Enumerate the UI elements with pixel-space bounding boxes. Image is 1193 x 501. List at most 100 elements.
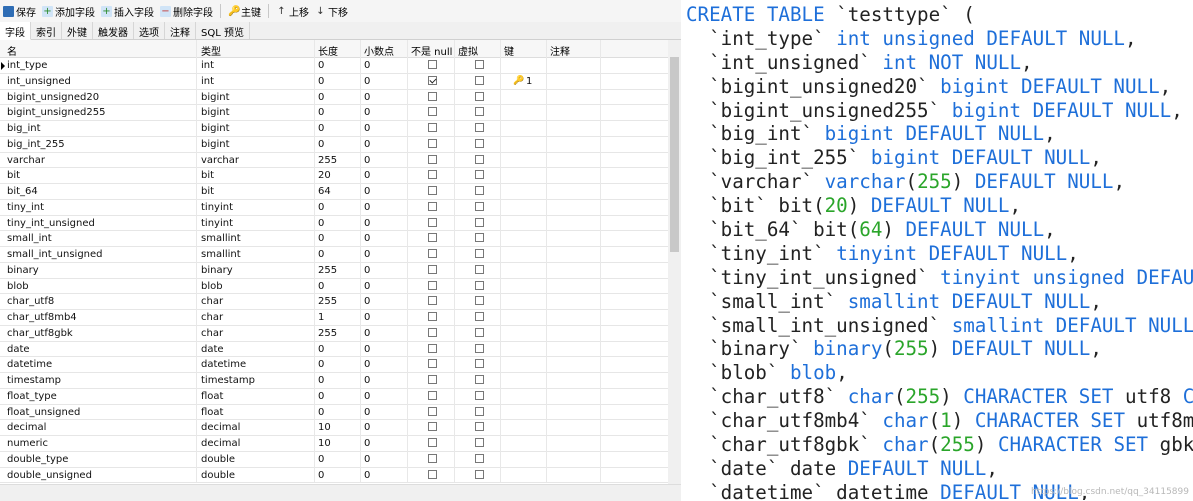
field-name[interactable]: timestamp [7,375,61,386]
field-type[interactable]: tinyint [201,218,233,229]
field-decimal[interactable]: 0 [364,92,370,103]
field-type[interactable]: bigint [201,123,230,134]
field-decimal[interactable]: 0 [364,281,370,292]
field-decimal[interactable]: 0 [364,139,370,150]
field-decimal[interactable]: 0 [364,265,370,276]
not-null-checkbox[interactable] [428,312,437,321]
field-length[interactable]: 0 [318,107,324,118]
table-row[interactable]: tiny_int tinyint 0 0 [0,200,668,216]
not-null-checkbox[interactable] [428,201,437,211]
field-decimal[interactable]: 0 [364,375,370,386]
field-type[interactable]: bigint [201,139,230,150]
field-name[interactable]: float_type [7,391,57,402]
table-row[interactable]: char_utf8mb4 char 1 0 [0,310,668,326]
table-row[interactable]: small_int smallint 0 0 [0,231,668,247]
field-length[interactable]: 0 [318,123,324,134]
field-length[interactable]: 64 [318,186,331,197]
virtual-checkbox[interactable] [475,343,484,353]
virtual-checkbox[interactable] [475,453,484,463]
not-null-checkbox[interactable] [428,296,437,306]
field-name[interactable]: double_type [7,454,68,465]
field-decimal[interactable]: 0 [364,123,370,134]
toolbar-button-arrow-up[interactable]: ↑ 上移 [273,2,312,20]
table-row[interactable]: binary binary 255 0 [0,263,668,279]
table-row[interactable]: decimal decimal 10 0 [0,420,668,436]
not-null-checkbox[interactable] [428,343,437,353]
field-name[interactable]: tiny_int [7,202,44,213]
not-null-checkbox[interactable] [428,375,437,384]
table-row[interactable]: timestamp timestamp 0 0 [0,373,668,389]
field-type[interactable]: char [201,312,223,323]
field-type[interactable]: float [201,391,223,402]
field-decimal[interactable]: 0 [364,422,370,433]
field-name[interactable]: varchar [7,155,45,166]
not-null-checkbox[interactable] [428,249,437,258]
field-decimal[interactable]: 0 [364,60,370,71]
field-length[interactable]: 255 [318,328,337,339]
not-null-checkbox[interactable] [428,264,437,274]
field-length[interactable]: 0 [318,375,324,386]
field-name[interactable]: small_int [7,233,52,244]
virtual-checkbox[interactable] [475,75,484,85]
tab-4[interactable]: 选项 [134,22,165,39]
table-row[interactable]: small_int_unsigned smallint 0 0 [0,247,668,263]
field-length[interactable]: 0 [318,391,324,402]
table-row[interactable]: bigint_unsigned255 bigint 0 0 [0,105,668,121]
field-name[interactable]: big_int_255 [7,139,65,150]
field-type[interactable]: bigint [201,107,230,118]
table-row[interactable]: double_unsigned double 0 0 [0,468,668,483]
not-null-checkbox[interactable] [428,186,437,195]
field-length[interactable]: 0 [318,202,324,213]
field-type[interactable]: double [201,470,235,481]
field-name[interactable]: char_utf8mb4 [7,312,77,323]
field-name[interactable]: char_utf8 [7,296,54,307]
table-row[interactable]: double_type double 0 0 [0,452,668,468]
virtual-checkbox[interactable] [475,217,484,227]
virtual-checkbox[interactable] [475,469,484,479]
toolbar-button-delete-field[interactable]: − 删除字段 [157,2,216,20]
field-type[interactable]: float [201,407,223,418]
field-type[interactable]: varchar [201,155,239,166]
not-null-checkbox[interactable] [428,390,437,400]
field-length[interactable]: 255 [318,265,337,276]
not-null-checkbox[interactable] [428,75,437,85]
field-decimal[interactable]: 0 [364,438,370,449]
toolbar-button-arrow-down[interactable]: ↓ 下移 [312,2,351,20]
table-row[interactable]: float_type float 0 0 [0,389,668,405]
field-length[interactable]: 0 [318,454,324,465]
field-length[interactable]: 0 [318,407,324,418]
field-type[interactable]: decimal [201,422,240,433]
field-name[interactable]: int_unsigned [7,76,71,87]
field-decimal[interactable]: 0 [364,328,370,339]
virtual-checkbox[interactable] [475,138,484,148]
field-length[interactable]: 1 [318,312,324,323]
virtual-checkbox[interactable] [475,406,484,416]
virtual-checkbox[interactable] [475,60,484,69]
table-row[interactable]: bit_64 bit 64 0 [0,184,668,200]
not-null-checkbox[interactable] [428,469,437,479]
field-name[interactable]: tiny_int_unsigned [7,218,95,229]
field-type[interactable]: datetime [201,359,246,370]
table-row[interactable]: big_int bigint 0 0 [0,121,668,137]
not-null-checkbox[interactable] [428,453,437,463]
virtual-checkbox[interactable] [475,107,484,117]
field-decimal[interactable]: 0 [364,312,370,323]
field-type[interactable]: binary [201,265,233,276]
field-type[interactable]: bigint [201,92,230,103]
virtual-checkbox[interactable] [475,170,484,180]
table-row[interactable]: blob blob 0 0 [0,279,668,295]
table-row[interactable]: bigint_unsigned20 bigint 0 0 [0,90,668,106]
field-name[interactable]: blob [7,281,29,292]
field-name[interactable]: small_int_unsigned [7,249,103,260]
field-type[interactable]: int [201,60,214,71]
virtual-checkbox[interactable] [475,186,484,195]
not-null-checkbox[interactable] [428,107,437,117]
field-length[interactable]: 0 [318,359,324,370]
virtual-checkbox[interactable] [475,359,484,369]
toolbar-button-save[interactable]: 保存 [0,2,39,20]
field-type[interactable]: double [201,454,235,465]
virtual-checkbox[interactable] [475,264,484,274]
table-row[interactable]: bit bit 20 0 [0,168,668,184]
not-null-checkbox[interactable] [428,91,437,101]
field-type[interactable]: bit [201,186,214,197]
